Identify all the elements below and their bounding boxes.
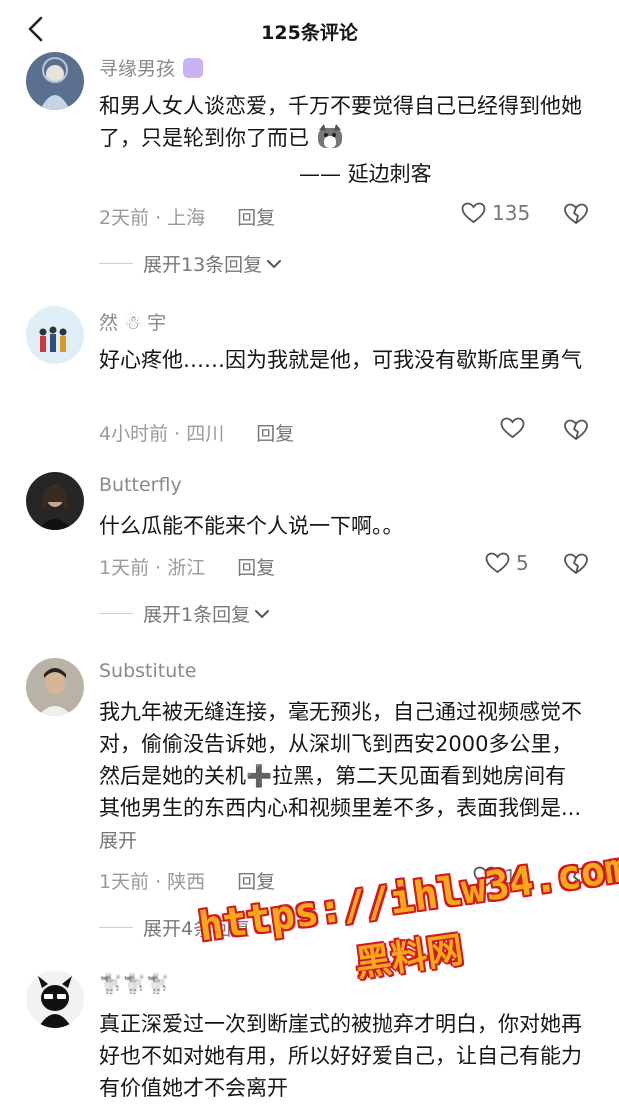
like-button[interactable]: 135 bbox=[461, 201, 530, 225]
comment-meta: 1天前 · 浙江 回复 bbox=[99, 557, 276, 579]
comment-location: 上海 bbox=[167, 207, 206, 229]
username[interactable]: 🐩🐩🐩 bbox=[99, 972, 170, 995]
broken-heart-icon[interactable] bbox=[564, 202, 588, 226]
husky-emoji-icon bbox=[316, 124, 344, 150]
expand-replies-button[interactable]: 展开13条回复 bbox=[99, 250, 283, 277]
badge-icon bbox=[183, 58, 204, 78]
username[interactable]: 寻缘男孩 bbox=[99, 54, 204, 81]
divider-line bbox=[99, 613, 133, 614]
heart-icon bbox=[485, 552, 510, 574]
comment-text: 真正深爱过一次到断崖式的被抛弃才明白，你对她再好也不如对她有用，所以好好爱自己，… bbox=[99, 1012, 582, 1100]
avatar[interactable] bbox=[26, 658, 84, 716]
heart-icon bbox=[461, 202, 486, 224]
avatar[interactable] bbox=[26, 970, 84, 1028]
comment-meta: 2天前 · 上海 回复 bbox=[99, 207, 276, 229]
comment-text: 我九年被无缝连接，毫无预兆，自己通过视频感觉不对，偷偷没告诉她，从深圳飞到西安2… bbox=[99, 700, 582, 852]
broken-heart-icon[interactable] bbox=[564, 552, 588, 576]
comment-meta: 1天前 · 陕西 回复 bbox=[99, 871, 276, 893]
like-count: 5 bbox=[516, 551, 529, 575]
comment-location: 陕西 bbox=[167, 871, 206, 893]
comment-time: 4小时前 bbox=[99, 423, 169, 445]
like-button[interactable] bbox=[500, 417, 525, 439]
comment-location: 浙江 bbox=[167, 557, 206, 579]
comment-time: 1天前 bbox=[99, 557, 150, 579]
broken-heart-icon[interactable] bbox=[564, 418, 588, 442]
comment-meta: 4小时前 · 四川 回复 bbox=[99, 423, 295, 445]
divider-line bbox=[99, 927, 133, 928]
chevron-down-icon bbox=[255, 609, 270, 618]
comment-text: 什么瓜能不能来个人说一下啊。。 bbox=[99, 514, 404, 538]
reply-button[interactable]: 回复 bbox=[237, 871, 275, 893]
divider-line bbox=[99, 263, 133, 264]
username[interactable]: Substitute bbox=[99, 660, 196, 682]
header: 125条评论 bbox=[0, 0, 619, 60]
reply-button[interactable]: 回复 bbox=[256, 423, 294, 445]
heart-icon bbox=[500, 417, 525, 439]
like-count: 135 bbox=[492, 201, 531, 225]
avatar[interactable] bbox=[26, 472, 84, 530]
comment-time: 1天前 bbox=[99, 871, 150, 893]
comment-text: 和男人女人谈恋爱，千万不要觉得自己已经得到他她了，只是轮到你了而已 bbox=[99, 94, 582, 150]
watermark-name: 黑料网 bbox=[353, 929, 466, 986]
like-button[interactable]: 5 bbox=[485, 551, 529, 575]
avatar[interactable] bbox=[26, 52, 84, 110]
reply-button[interactable]: 回复 bbox=[237, 557, 275, 579]
expand-text-link[interactable]: 展开 bbox=[99, 830, 137, 852]
page-title: 125条评论 bbox=[261, 22, 358, 44]
username[interactable]: Butterfly bbox=[99, 474, 182, 496]
reply-button[interactable]: 回复 bbox=[237, 207, 275, 229]
comment-time: 2天前 bbox=[99, 207, 150, 229]
comment-location: 四川 bbox=[186, 423, 225, 445]
username[interactable]: 然 ☃ 宇 bbox=[99, 308, 166, 335]
chevron-down-icon bbox=[267, 259, 282, 268]
expand-replies-button[interactable]: 展开1条回复 bbox=[99, 600, 271, 627]
comment-text: 好心疼他……因为我就是他，可我没有歇斯底里勇气 bbox=[99, 348, 582, 372]
comment-quote: —— 延边刺客 bbox=[299, 162, 432, 186]
avatar[interactable] bbox=[26, 306, 84, 364]
